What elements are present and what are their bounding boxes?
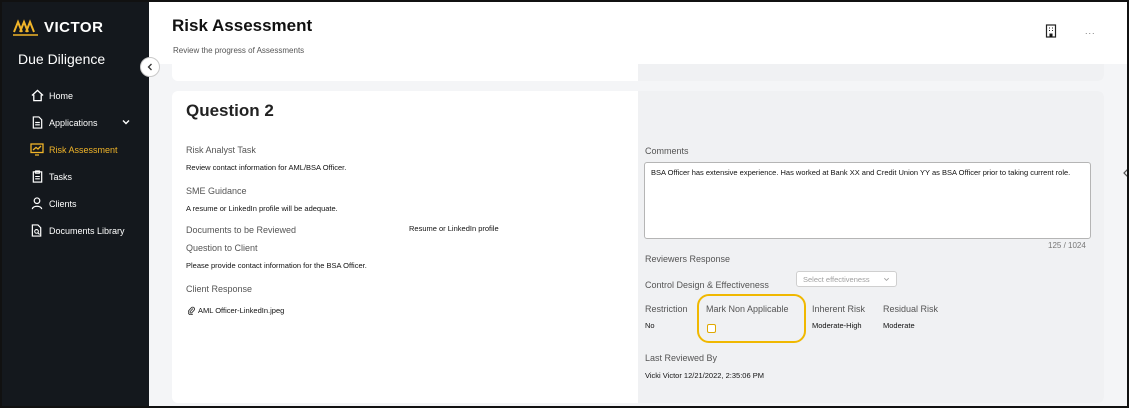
home-icon — [30, 89, 44, 103]
attachment-name: AML Officer-LinkedIn.jpeg — [198, 306, 285, 315]
sidebar-item-home[interactable]: Home — [2, 82, 149, 109]
victor-logo-icon — [13, 19, 38, 36]
attachment-link[interactable]: AML Officer-LinkedIn.jpeg — [188, 306, 284, 315]
reviewers-response-label: Reviewers Response — [645, 254, 731, 264]
chevron-left-icon — [147, 63, 152, 71]
effectiveness-placeholder: Select effectiveness — [803, 274, 870, 284]
residual-risk-label: Residual Risk — [883, 304, 939, 314]
building-icon[interactable] — [1045, 24, 1057, 38]
previous-question-card — [172, 64, 1104, 81]
collapse-sidebar-button[interactable] — [140, 57, 160, 77]
question-to-client-label: Question to Client — [186, 243, 258, 253]
more-menu-button[interactable]: ... — [1085, 26, 1096, 36]
control-design-label: Control Design & Effectiveness — [645, 280, 769, 290]
sidebar-item-label: Home — [49, 90, 74, 101]
comments-textarea[interactable]: BSA Officer has extensive experience. Ha… — [644, 162, 1091, 239]
sidebar-item-clients[interactable]: Clients — [2, 190, 149, 217]
last-reviewed-label: Last Reviewed By — [645, 353, 718, 363]
app-title: Due Diligence — [18, 51, 106, 67]
logo-text: VICTOR — [44, 18, 104, 36]
risk-analyst-task-label: Risk Analyst Task — [186, 145, 256, 155]
restriction-label: Restriction — [645, 304, 688, 314]
logo[interactable]: VICTOR — [12, 16, 103, 38]
restriction-value: No — [645, 321, 655, 330]
question-to-client: Please provide contact information for t… — [186, 261, 367, 270]
comments-label: Comments — [645, 146, 689, 156]
clipboard-icon — [30, 170, 44, 184]
risk-analyst-task: Review contact information for AML/BSA O… — [186, 163, 347, 172]
sidebar-item-documents-library[interactable]: Documents Library — [2, 217, 149, 244]
sidebar-item-label: Tasks — [49, 171, 73, 182]
sme-guidance: A resume or LinkedIn profile will be ade… — [186, 204, 338, 213]
sidebar-item-label: Clients — [49, 198, 77, 209]
sidebar-item-applications[interactable]: Applications — [2, 109, 149, 136]
user-icon — [30, 197, 44, 211]
documents-label: Documents to be Reviewed — [186, 225, 297, 235]
effectiveness-select[interactable]: Select effectiveness — [796, 271, 897, 287]
chevron-left-icon[interactable] — [1121, 167, 1129, 179]
sidebar: VICTOR Due Diligence Home Applications R… — [2, 2, 149, 406]
page-subtitle: Review the progress of Assessments — [173, 46, 305, 55]
character-counter: 125 / 1024 — [1048, 241, 1086, 250]
sidebar-item-label: Risk Assessment — [49, 144, 118, 155]
documents-value: Resume or LinkedIn profile — [409, 224, 499, 233]
page-title: Risk Assessment — [172, 16, 313, 35]
app-window: VICTOR Due Diligence Home Applications R… — [0, 0, 1129, 408]
sidebar-item-label: Documents Library — [49, 225, 125, 236]
sidebar-item-risk-assessment[interactable]: Risk Assessment — [2, 136, 149, 163]
sidebar-nav: Home Applications Risk Assessment Tasks … — [2, 82, 149, 244]
chevron-down-icon — [884, 277, 889, 281]
main-content: Risk Assessment Review the progress of A… — [149, 2, 1127, 406]
last-reviewed-value: Vicki Victor 12/21/2022, 2:35:06 PM — [645, 371, 764, 380]
chevron-down-icon[interactable] — [121, 117, 131, 127]
page-header: Risk Assessment Review the progress of A… — [149, 2, 1127, 64]
inherent-risk-label: Inherent Risk — [812, 304, 866, 314]
inherent-risk-value: Moderate-High — [812, 321, 862, 330]
highlight-annotation — [697, 294, 806, 343]
residual-risk-value: Moderate — [883, 321, 915, 330]
client-response-label: Client Response — [186, 284, 253, 294]
sidebar-item-label: Applications — [49, 117, 98, 128]
sidebar-item-tasks[interactable]: Tasks — [2, 163, 149, 190]
document-search-icon — [30, 224, 44, 238]
document-icon — [30, 116, 44, 130]
risk-chart-icon — [30, 143, 44, 157]
sme-guidance-label: SME Guidance — [186, 186, 247, 196]
question-title: Question 2 — [186, 101, 274, 120]
paperclip-icon — [188, 306, 195, 315]
question-card: Question 2 Risk Analyst Task Review cont… — [172, 91, 1104, 403]
